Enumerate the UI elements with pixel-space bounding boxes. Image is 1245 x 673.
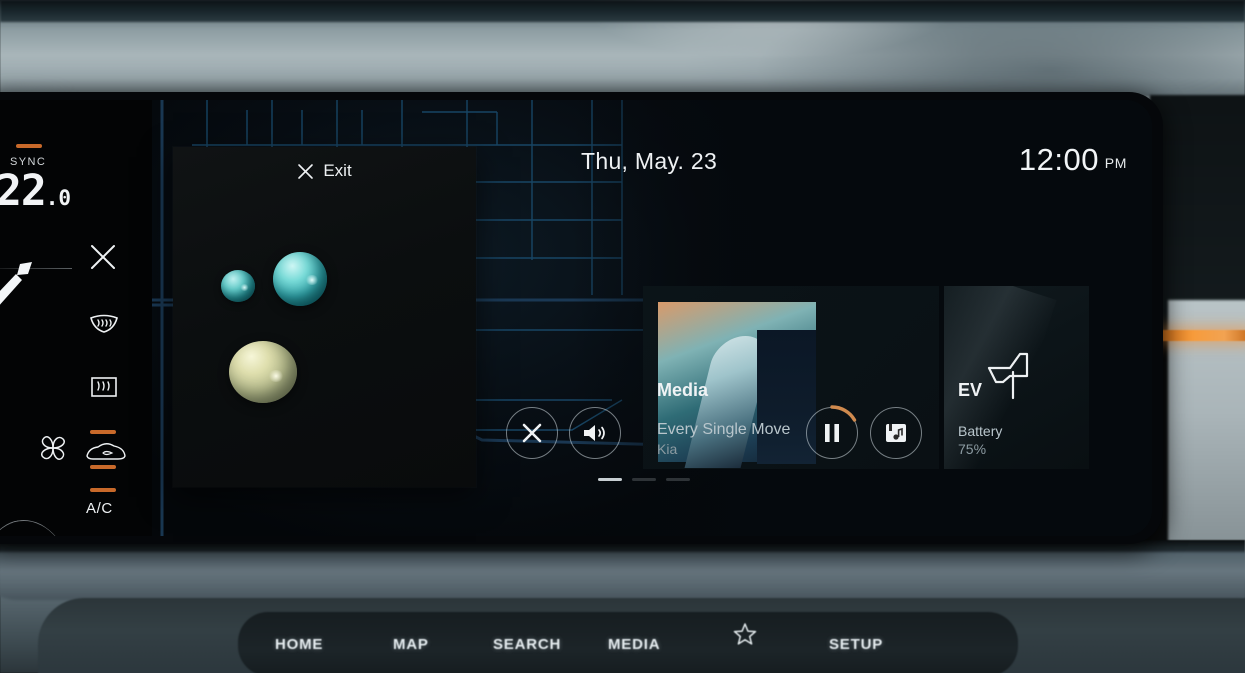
media-track-artist: Kia xyxy=(657,441,678,457)
temperature-display[interactable]: 22.0 xyxy=(0,166,71,216)
sync-indicator xyxy=(16,144,42,148)
nav-setup[interactable]: SETUP xyxy=(829,636,883,653)
airflow-indicator-top xyxy=(90,430,116,434)
fan-icon[interactable] xyxy=(36,432,70,464)
airflow-indicator-bottom xyxy=(90,465,116,469)
media-pause-button[interactable] xyxy=(806,405,858,459)
star-icon xyxy=(733,623,757,645)
ev-card-title: EV xyxy=(958,380,983,400)
volume-icon xyxy=(584,425,605,441)
ev-battery-label: Battery xyxy=(958,423,1003,439)
media-card-title: Media xyxy=(657,380,709,400)
climate-bottom-arc xyxy=(0,514,72,536)
close-icon[interactable] xyxy=(88,242,118,272)
front-defroster-icon[interactable] xyxy=(88,312,120,342)
close-icon xyxy=(298,163,314,179)
page-dot-1[interactable] xyxy=(598,478,622,481)
header-time: 12:00 xyxy=(1018,142,1099,177)
car-recirculation-icon[interactable] xyxy=(84,440,128,462)
media-close-button[interactable] xyxy=(506,407,558,459)
media-volume-button[interactable] xyxy=(569,407,621,459)
close-icon xyxy=(522,423,542,443)
ac-indicator xyxy=(90,488,116,492)
nav-media[interactable]: MEDIA xyxy=(608,636,660,653)
climate-control-rail: SYNC 22.0 A/C xyxy=(0,100,152,536)
header-meridiem: PM xyxy=(1104,155,1127,171)
pause-icon xyxy=(825,424,839,442)
right-door-panel xyxy=(1168,300,1245,580)
dashboard-lip xyxy=(0,552,1245,600)
page-dot-2[interactable] xyxy=(632,478,656,481)
ambient-light-strip xyxy=(1160,330,1245,341)
teal-orb-large[interactable] xyxy=(273,252,327,306)
media-library-button[interactable] xyxy=(870,407,922,459)
pale-yellow-orb[interactable] xyxy=(229,341,297,403)
exit-overlay-panel: Exit xyxy=(173,147,476,487)
exit-label: Exit xyxy=(323,161,352,180)
nav-map[interactable]: MAP xyxy=(393,636,429,653)
nav-home[interactable]: HOME xyxy=(275,636,323,653)
eco-leaf-icon xyxy=(987,352,1029,400)
nav-favorites-star[interactable] xyxy=(733,622,757,650)
page-dot-3[interactable] xyxy=(666,478,690,481)
header-date: Thu, May. 23 xyxy=(581,148,718,174)
hardware-nav-bar: HOME MAP SEARCH MEDIA SETUP xyxy=(0,622,1245,664)
rear-defroster-icon[interactable] xyxy=(89,375,119,403)
temperature-decimal: .0 xyxy=(45,186,72,210)
windshield-edge xyxy=(0,0,1245,22)
temperature-value: 22 xyxy=(0,166,47,216)
car-interior-scene: SYNC 22.0 A/C Thu, May. 23 12:00 PM Medi… xyxy=(0,0,1245,673)
ev-battery-value: 75% xyxy=(958,441,987,457)
airflow-swoosh-graphic xyxy=(0,262,32,305)
media-page-indicator[interactable] xyxy=(598,478,690,481)
ac-button[interactable]: A/C xyxy=(86,500,113,517)
right-trim-dark xyxy=(1150,95,1245,335)
music-library-icon xyxy=(886,424,906,442)
media-track-name: Every Single Move xyxy=(657,421,791,438)
nav-search[interactable]: SEARCH xyxy=(493,636,561,653)
teal-orb-small[interactable] xyxy=(221,270,255,302)
exit-button[interactable]: Exit xyxy=(173,161,476,181)
